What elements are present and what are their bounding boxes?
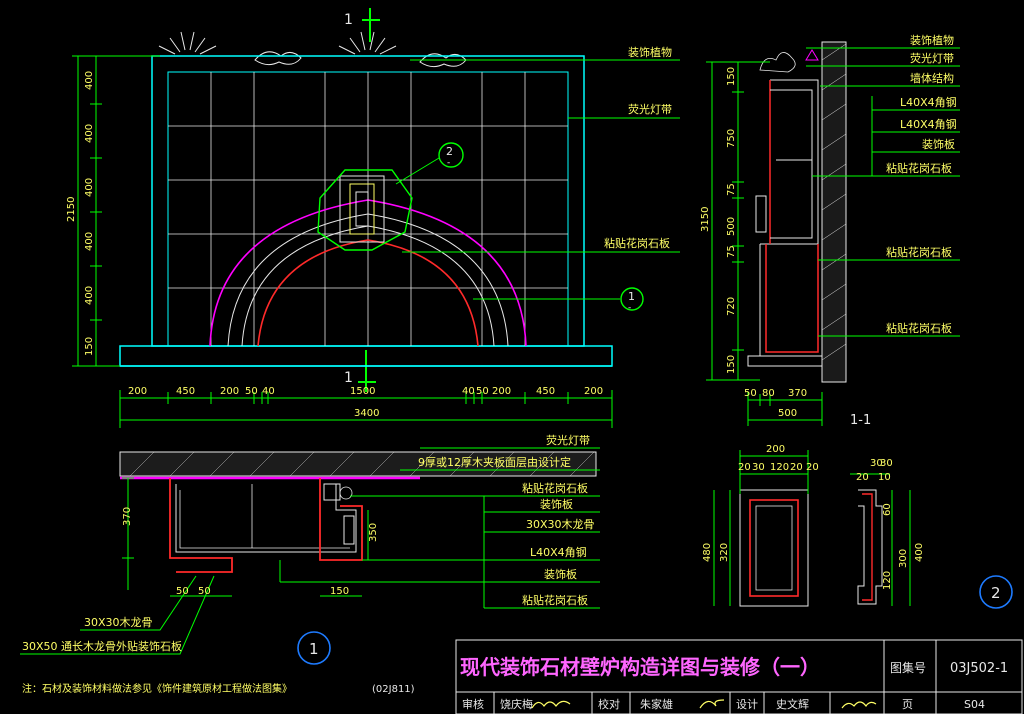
section-label-5: L40X4角钢 [900, 118, 957, 131]
callout-detail-number: 2 [446, 145, 453, 158]
section-bdim-4: 500 [778, 408, 797, 419]
front-hdim-2: 450 [176, 386, 195, 397]
detail2-dim-4: 120 [770, 462, 789, 473]
plan-label-7: 装饰板 [544, 567, 577, 581]
title-row-designer: 史文辉 [776, 697, 809, 711]
section-vdim-1: 150 [726, 67, 737, 86]
plan-dim-4: 50 [198, 586, 211, 597]
detail2-side-2: 320 [719, 543, 730, 562]
detail2-side-1: 480 [702, 543, 713, 562]
section-label-3: 墙体结构 [910, 71, 954, 85]
detail2-dim-9: 10 [878, 472, 891, 483]
plan-dim-5: 150 [330, 586, 349, 597]
section-vdim-4: 500 [726, 217, 737, 236]
detail2-dim-5: 20 [790, 462, 803, 473]
plan-label-6: L40X4角钢 [530, 546, 587, 559]
plan-left-label-1: 30X30木龙骨 [84, 616, 153, 629]
front-vdim-6: 150 [84, 337, 95, 356]
section-overall-height: 3150 [700, 207, 711, 232]
plan-label-1: 荧光灯带 [546, 433, 590, 447]
section-label-9: 粘贴花岗石板 [886, 321, 952, 335]
section-vdim-2: 750 [726, 129, 737, 148]
title-row-page: S04 [964, 698, 985, 711]
detail2-side-6: 400 [914, 543, 925, 562]
label-fluorescent-strip: 荧光灯带 [628, 102, 672, 116]
title-row-review: 审核 [462, 697, 484, 711]
section-bdim-3: 370 [788, 388, 807, 399]
detail2-dim-7: 20 [856, 472, 869, 483]
front-hdim-4: 50 [245, 386, 258, 397]
detail2-dim-2: 20 [738, 462, 751, 473]
title-row-design: 设计 [736, 698, 758, 711]
front-hdim-5: 40 [262, 386, 275, 397]
section-label-6: 装饰板 [922, 137, 955, 151]
plan-label-2: 9厚或12厚木夹板面层由设计定 [418, 455, 571, 469]
front-vdim-4: 400 [84, 232, 95, 251]
detail2-side-4: 120 [882, 571, 893, 590]
atlas-number: 03J502-1 [950, 661, 1008, 676]
section-label-1: 装饰植物 [910, 33, 954, 47]
front-vdim-5: 400 [84, 286, 95, 305]
plan-dim-1: 370 [122, 507, 133, 526]
detail2-dim-10: 30 [880, 458, 893, 469]
plan-left-label-2: 30X50 通长木龙骨外贴装饰石板 [22, 639, 182, 653]
section-label-7: 粘贴花岗石板 [886, 161, 952, 175]
title-row-reviewer: 饶庆梅 [500, 697, 533, 711]
section-label-2: 荧光灯带 [910, 51, 954, 65]
section-label-8: 粘贴花岗石板 [886, 245, 952, 259]
drawing-note-ref: (02J811) [372, 684, 415, 695]
plan-dim-2: 350 [368, 523, 379, 542]
section-marker-bottom: 1 [344, 370, 353, 386]
front-hdim-6: 1500 [350, 386, 375, 397]
title-row-page-label: 页 [902, 698, 913, 711]
section-marker-top: 1 [344, 12, 353, 28]
title-row-check: 校对 [598, 697, 620, 711]
label-granite-arch: 粘贴花岗石板 [604, 236, 670, 250]
label-decorative-plant: 装饰植物 [628, 45, 672, 59]
front-hdim-9: 200 [492, 386, 511, 397]
section-vdim-3: 75 [726, 183, 737, 196]
front-hdim-3: 200 [220, 386, 239, 397]
front-hdim-11: 200 [584, 386, 603, 397]
section-bdim-2: 80 [762, 388, 775, 399]
front-hdim-7: 40 [462, 386, 475, 397]
callout-section-sub: - [628, 303, 631, 313]
section-vdim-7: 150 [726, 355, 737, 374]
section-vdim-6: 720 [726, 297, 737, 316]
front-overall-height: 2150 [66, 197, 77, 222]
detail2-dim-1: 200 [766, 444, 785, 455]
title-row-checker: 朱家雄 [640, 697, 673, 711]
drawing-title: 现代装饰石材壁炉构造详图与装修（一） [460, 655, 820, 679]
front-hdim-1: 200 [128, 386, 147, 397]
front-vdim-1: 400 [84, 71, 95, 90]
detail2-dim-6: 20 [806, 462, 819, 473]
detail2-side-5: 300 [898, 549, 909, 568]
front-overall-width: 3400 [354, 408, 379, 419]
section-title: 1-1 [850, 413, 871, 428]
atlas-label: 图集号 [890, 660, 926, 675]
detail2-side-3: 60 [882, 503, 893, 516]
detail2-number: 2 [991, 584, 1001, 602]
plan-label-8: 粘贴花岗石板 [522, 593, 588, 607]
section-vdim-5: 75 [726, 245, 737, 258]
section-bdim-1: 50 [744, 388, 757, 399]
plan-label-4: 装饰板 [540, 497, 573, 511]
front-hdim-8: 50 [476, 386, 489, 397]
plan-detail-number: 1 [309, 640, 319, 658]
front-hdim-10: 450 [536, 386, 555, 397]
callout-detail-sub: - [447, 158, 450, 168]
drawing-note: 注：石材及装饰材料做法参见《饰件建筑原材工程做法图集》 [22, 682, 292, 695]
plan-dim-3: 50 [176, 586, 189, 597]
plan-label-3: 粘贴花岗石板 [522, 481, 588, 495]
detail2-dim-3: 30 [752, 462, 765, 473]
section-label-4: L40X4角钢 [900, 96, 957, 109]
front-vdim-3: 400 [84, 178, 95, 197]
cad-drawing: 1 1 2 - 1 - 装饰植物 荧光灯带 粘贴花岗石板 400 400 400… [0, 0, 1024, 714]
plan-label-5: 30X30木龙骨 [526, 518, 595, 531]
callout-section-number: 1 [628, 290, 635, 303]
front-vdim-2: 400 [84, 124, 95, 143]
